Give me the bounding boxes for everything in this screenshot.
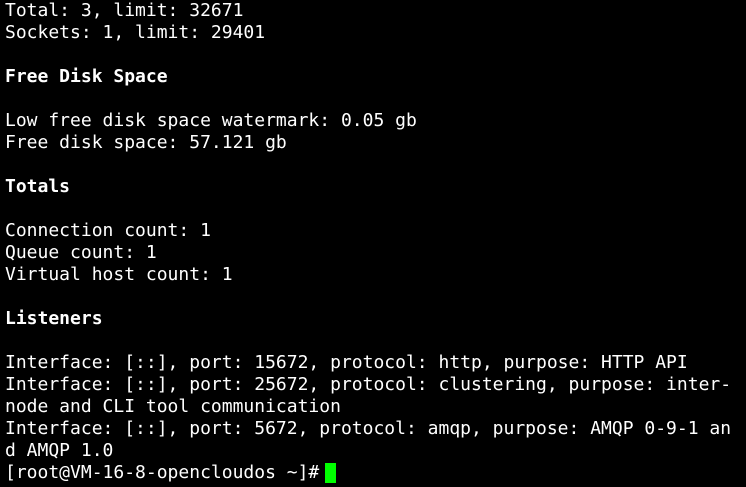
shell-prompt: [root@VM-16-8-opencloudos ~]# xyxy=(5,462,320,483)
low-disk-watermark-line: Low free disk space watermark: 0.05 gb xyxy=(5,110,417,131)
listener-http-line: Interface: [::], port: 15672, protocol: … xyxy=(5,352,688,373)
listener-clustering-line-wrap: node and CLI tool communication xyxy=(5,396,341,417)
connection-count-line: Connection count: 1 xyxy=(5,220,211,241)
listener-clustering-line: Interface: [::], port: 25672, protocol: … xyxy=(5,374,732,395)
queue-count-line: Queue count: 1 xyxy=(5,242,157,263)
listeners-heading: Listeners xyxy=(5,308,103,329)
terminal-window[interactable]: Total: 3, limit: 32671 Sockets: 1, limit… xyxy=(0,0,746,487)
listener-amqp-line-wrap: d AMQP 1.0 xyxy=(5,440,114,461)
sockets-line: Sockets: 1, limit: 29401 xyxy=(5,22,266,43)
file-descriptors-total-line: Total: 3, limit: 32671 xyxy=(5,0,244,21)
terminal-cursor[interactable] xyxy=(325,463,337,483)
virtual-host-count-line: Virtual host count: 1 xyxy=(5,264,233,285)
free-disk-space-heading: Free Disk Space xyxy=(5,66,168,87)
listener-amqp-line: Interface: [::], port: 5672, protocol: a… xyxy=(5,418,732,439)
totals-heading: Totals xyxy=(5,176,71,197)
command-prompt-line[interactable]: [root@VM-16-8-opencloudos ~]# xyxy=(5,462,746,484)
free-disk-space-line: Free disk space: 57.121 gb xyxy=(5,132,287,153)
